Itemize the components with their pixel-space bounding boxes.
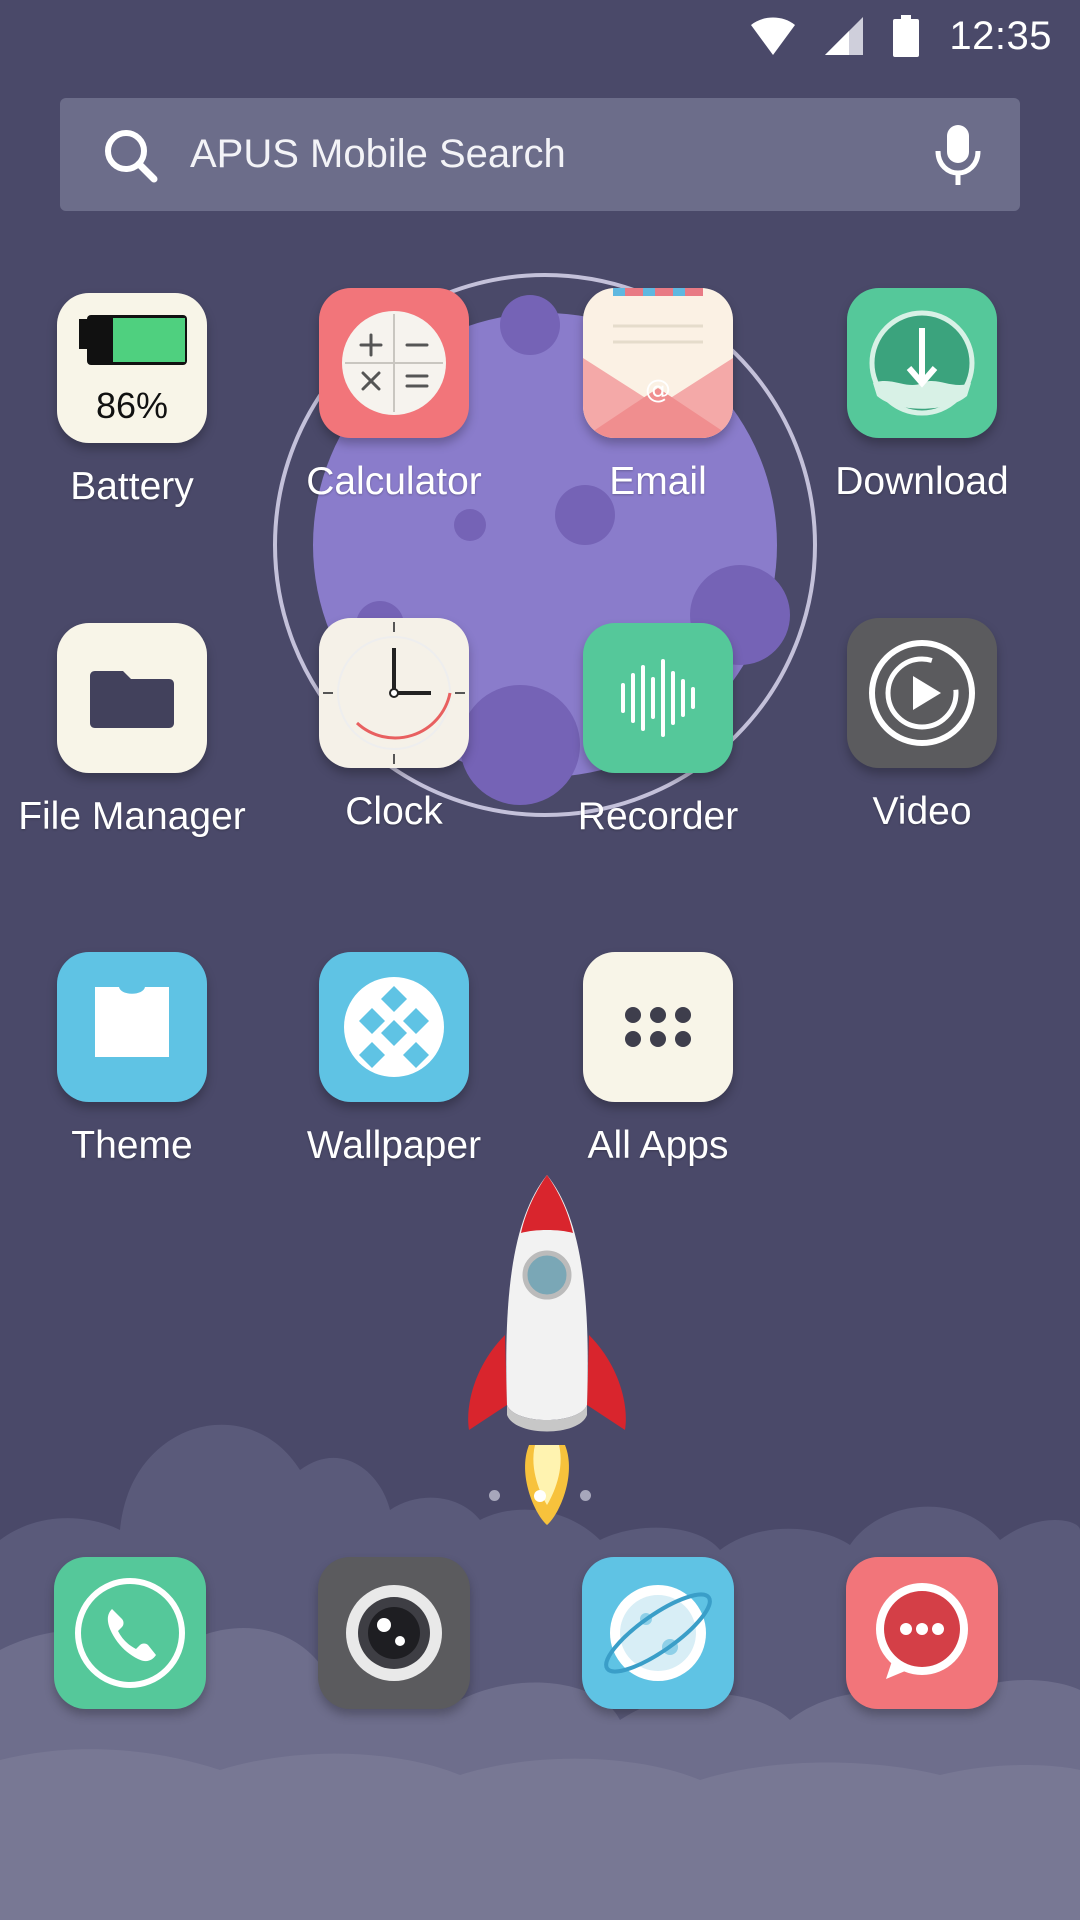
page-indicator[interactable] [0,1490,1080,1502]
dock-messages[interactable] [846,1557,998,1709]
diamond-pattern-icon[interactable] [319,952,469,1102]
folder-icon[interactable] [57,623,207,773]
planet-icon [604,1585,712,1681]
email-icon[interactable]: @ [583,288,733,438]
battery-percent: 86% [95,385,169,426]
app-file-manager[interactable]: File Manager [0,623,264,839]
app-download[interactable]: Download [790,288,1054,504]
app-label: Email [609,460,707,503]
app-label: Video [872,790,972,833]
app-calculator[interactable]: Calculator [262,288,526,504]
tshirt-icon[interactable] [57,952,207,1102]
app-label: All Apps [587,1124,729,1167]
app-label: Theme [71,1124,193,1167]
app-recorder[interactable]: Recorder [526,623,790,839]
app-all-apps[interactable]: All Apps [526,952,790,1168]
dock-phone[interactable] [54,1557,206,1709]
play-icon[interactable] [847,618,997,768]
app-label: Clock [345,790,443,833]
sound-wave-icon[interactable] [583,623,733,773]
wifi-icon [751,17,796,55]
app-clock[interactable]: Clock [262,618,526,834]
search-bar[interactable]: APUS Mobile Search [60,98,1020,211]
app-theme[interactable]: Theme [0,952,264,1168]
search-input[interactable]: APUS Mobile Search [190,132,930,177]
app-label: File Manager [18,795,246,838]
rocket-decoration [468,1175,626,1525]
app-grid-icon[interactable] [583,952,733,1102]
app-video[interactable]: Video [790,618,1054,834]
cell-signal-icon [825,17,864,55]
app-battery[interactable]: 86% Battery [0,293,264,509]
battery-icon[interactable]: 86% [57,293,207,443]
battery-icon [893,15,920,57]
phone-icon [75,1578,185,1688]
app-label: Wallpaper [306,1124,482,1167]
page-dot[interactable] [489,1490,500,1501]
dock-browser[interactable] [582,1557,734,1709]
app-email[interactable]: @ Email [526,288,790,504]
app-label: Recorder [577,795,739,838]
svg-text:@: @ [645,375,671,405]
page-dot-active[interactable] [534,1490,546,1502]
download-icon[interactable] [847,288,997,438]
app-label: Battery [70,465,194,508]
camera-icon [346,1585,442,1681]
clock-time: 12:35 [949,13,1052,58]
app-label: Calculator [306,460,482,503]
page-dot[interactable] [580,1490,591,1501]
app-wallpaper[interactable]: Wallpaper [262,952,526,1168]
status-bar: 12:35 [0,0,1080,72]
clock-icon[interactable] [319,618,469,768]
chat-bubble-icon [876,1583,968,1679]
dock-camera[interactable] [318,1557,470,1709]
microphone-icon[interactable] [930,123,986,187]
search-icon[interactable] [98,123,162,187]
calculator-icon[interactable] [319,288,469,438]
app-label: Download [835,460,1009,503]
